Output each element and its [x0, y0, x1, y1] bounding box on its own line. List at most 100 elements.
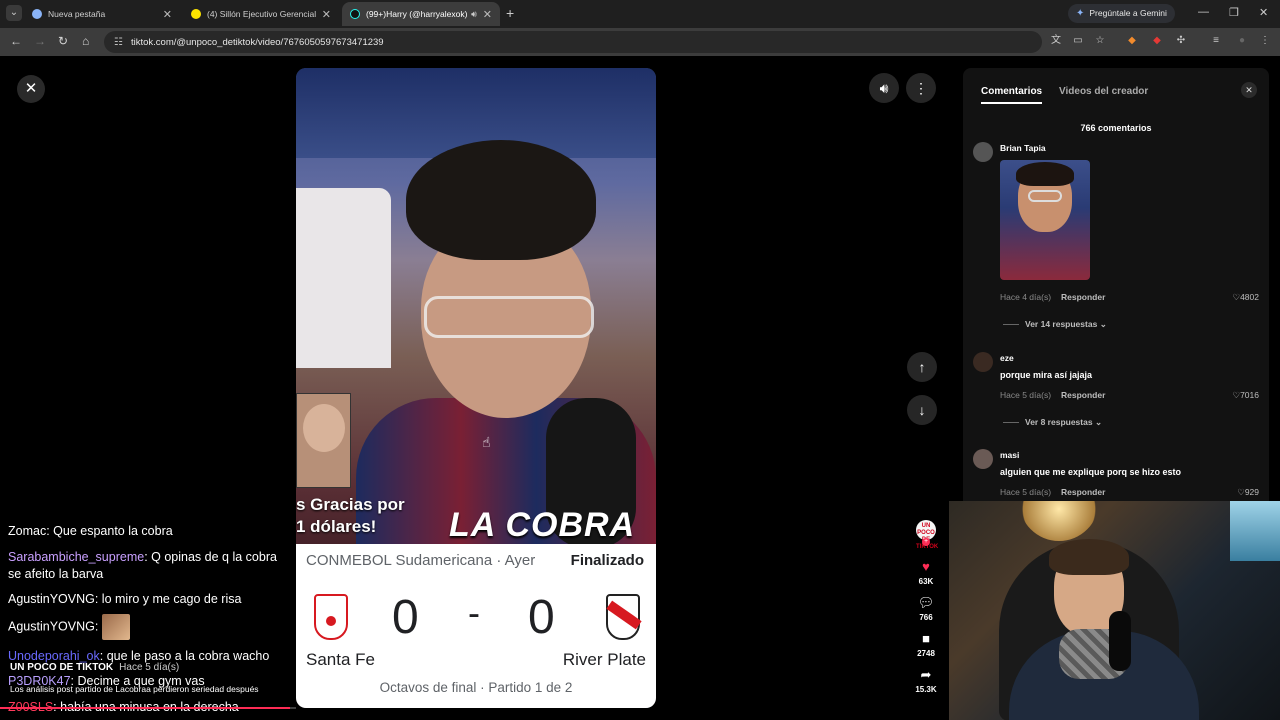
save-button[interactable]: ■ 2748	[906, 631, 946, 659]
comment-time: Hace 4 día(s)	[1000, 292, 1052, 302]
tab-nueva-pestana[interactable]: Nueva pestaña ✕	[24, 2, 180, 26]
avatar[interactable]	[973, 352, 993, 372]
tab-close-icon[interactable]: ✕	[483, 8, 492, 21]
previous-video-button[interactable]: ↑	[907, 352, 937, 382]
away-team-name: River Plate	[562, 650, 646, 669]
chat-text: lo miro y me cago de risa	[101, 592, 242, 606]
tab-close-icon[interactable]: ✕	[322, 8, 331, 21]
mouse-cursor-icon: ☝︎	[482, 434, 491, 450]
reply-button[interactable]: Responder	[1061, 487, 1105, 497]
home-icon[interactable]: ⌂	[82, 34, 89, 48]
chat-message: Zomac: Que espanto la cobra	[8, 524, 173, 538]
tab-videos-del-creador[interactable]: Videos del creador	[1059, 86, 1148, 97]
creator-avatar-button[interactable]: UN POCO DE TIKTOK +	[906, 518, 946, 550]
tab-sillon[interactable]: (4) Sillón Ejecutivo Gerencial Re ✕	[183, 2, 339, 26]
gemini-button[interactable]: ✦ Pregúntale a Gemini	[1068, 4, 1175, 23]
match-round: Octavos de final · Partido 1 de 2	[379, 680, 573, 695]
tab-title: (4) Sillón Ejecutivo Gerencial Re	[207, 9, 316, 19]
chat-top-edge	[8, 510, 288, 518]
comment-username[interactable]: masi	[1000, 450, 1019, 460]
video-webcam-inset	[296, 393, 351, 488]
comment-like-button[interactable]: ♡929	[1237, 487, 1259, 498]
sticker-glasses	[1028, 190, 1062, 202]
donation-line-1: s Gracias por	[296, 495, 405, 514]
follow-plus-icon[interactable]: +	[922, 538, 930, 546]
chevron-down-icon: ⌄	[1099, 319, 1107, 329]
extension-icon[interactable]: ◆	[1151, 35, 1163, 47]
share-button[interactable]: ➦ 15.3K	[906, 667, 946, 695]
comment-like-button[interactable]: ♡4802	[1232, 292, 1259, 303]
gemini-spark-icon: ✦	[1076, 8, 1085, 19]
match-scorecard: CONMEBOL Sudamericana · Ayer Finalizado …	[296, 544, 656, 708]
tab-tiktok[interactable]: (99+)Harry (@harryalexok) 🔊︎ ✕	[342, 2, 500, 26]
close-icon: ✕	[24, 80, 38, 97]
restore-icon[interactable]: ❐	[1229, 6, 1239, 19]
media-control-icon[interactable]: ≡	[1210, 35, 1222, 47]
cast-icon[interactable]: ▭	[1072, 35, 1084, 47]
window-close-icon[interactable]: ✕	[1259, 6, 1268, 19]
comment-bubble-icon: 💬︎	[917, 595, 935, 610]
like-button[interactable]: ♥ 63K	[906, 559, 946, 587]
tab-title: (99+)Harry (@harryalexok)	[366, 9, 468, 19]
match-status: Finalizado	[570, 552, 644, 569]
chevron-down-icon: ⌄	[1094, 417, 1103, 427]
comment-username[interactable]: Brian Tapia	[1000, 143, 1046, 153]
translate-icon[interactable]: 文	[1050, 35, 1062, 47]
webcam-hair	[1049, 539, 1129, 575]
avatar[interactable]	[973, 449, 993, 469]
video-player[interactable]: s Gracias por 1 dólares! LA COBRA ☝︎ CON…	[296, 68, 656, 708]
bookmark-icon: ■	[922, 631, 930, 646]
share-arrow-icon: ➦	[920, 667, 932, 682]
reply-button[interactable]: Responder	[1061, 292, 1105, 302]
more-options-button[interactable]: ⋮	[906, 73, 936, 103]
heart-outline-icon: ♡	[1232, 390, 1241, 400]
comment-text: porque mira así jajaja	[1000, 370, 1093, 380]
extension-icon[interactable]: ◆	[1126, 35, 1138, 47]
new-tab-button[interactable]: +	[506, 5, 514, 21]
tab-search-button[interactable]: ⌄	[6, 5, 22, 21]
reply-button[interactable]: Responder	[1061, 390, 1105, 400]
heart-icon: ♥	[922, 559, 930, 574]
tab-comentarios[interactable]: Comentarios	[981, 86, 1043, 104]
chat-message: Sarabambiche_supreme: Q opinas de q la c…	[8, 550, 277, 564]
comment-username[interactable]: eze	[1000, 353, 1014, 363]
avatar[interactable]	[973, 142, 993, 162]
close-icon: ✕	[1245, 85, 1253, 95]
video-progress-bar[interactable]	[0, 707, 296, 709]
speaker-icon[interactable]: 🔊︎	[471, 9, 477, 20]
next-video-button[interactable]: ↓	[907, 395, 937, 425]
minimize-icon[interactable]: —	[1198, 6, 1209, 18]
volume-button[interactable]: 🔊︎	[869, 73, 899, 103]
heart-outline-icon: ♡	[1237, 487, 1245, 497]
forward-icon[interactable]: →	[34, 34, 46, 48]
view-replies-button[interactable]: Ver 14 respuestas ⌄	[1003, 319, 1107, 330]
address-bar[interactable]: ☷ tiktok.com/@unpoco_detiktok/video/7676…	[104, 31, 1042, 53]
tab-close-icon[interactable]: ✕	[163, 8, 172, 21]
video-author-name[interactable]: UN POCO DE TIKTOK	[10, 662, 113, 673]
bookmark-star-icon[interactable]: ☆	[1094, 35, 1106, 47]
video-author[interactable]: UN POCO DE TIKTOK Hace 5 día(s)	[10, 662, 179, 673]
back-icon[interactable]: ←	[10, 34, 22, 48]
video-chair	[296, 188, 391, 368]
mercadolibre-icon	[191, 9, 201, 19]
extensions-puzzle-icon[interactable]: ✣	[1175, 35, 1187, 47]
reload-icon[interactable]: ↻	[58, 34, 68, 48]
url-text[interactable]: tiktok.com/@unpoco_detiktok/video/767605…	[131, 37, 384, 48]
comment-like-button[interactable]: ♡7016	[1232, 390, 1259, 401]
view-replies-button[interactable]: Ver 8 respuestas ⌄	[1003, 417, 1102, 428]
close-panel-button[interactable]: ✕	[1241, 82, 1257, 98]
comment-button[interactable]: 💬︎ 766	[906, 595, 946, 623]
save-count: 2748	[917, 649, 935, 658]
profile-icon[interactable]: ●	[1236, 35, 1248, 47]
competition-label: CONMEBOL Sudamericana · Ayer	[306, 552, 536, 569]
comment-item: Brian Tapia Hace 4 día(s) Responder ♡480…	[973, 142, 1263, 332]
chat-username: Zomac	[8, 524, 47, 538]
close-video-button[interactable]: ✕	[17, 75, 45, 103]
chat-username: AgustinYOVNG	[8, 592, 95, 606]
comment-sticker-image[interactable]	[1000, 160, 1090, 280]
site-settings-icon[interactable]: ☷	[114, 37, 123, 48]
chat-username: Sarabambiche_supreme	[8, 550, 145, 564]
comment-count-header: 766 comentarios	[1080, 123, 1152, 133]
chat-username: AgustinYOVNG	[8, 619, 95, 634]
menu-kebab-icon[interactable]: ⋮	[1259, 35, 1271, 47]
